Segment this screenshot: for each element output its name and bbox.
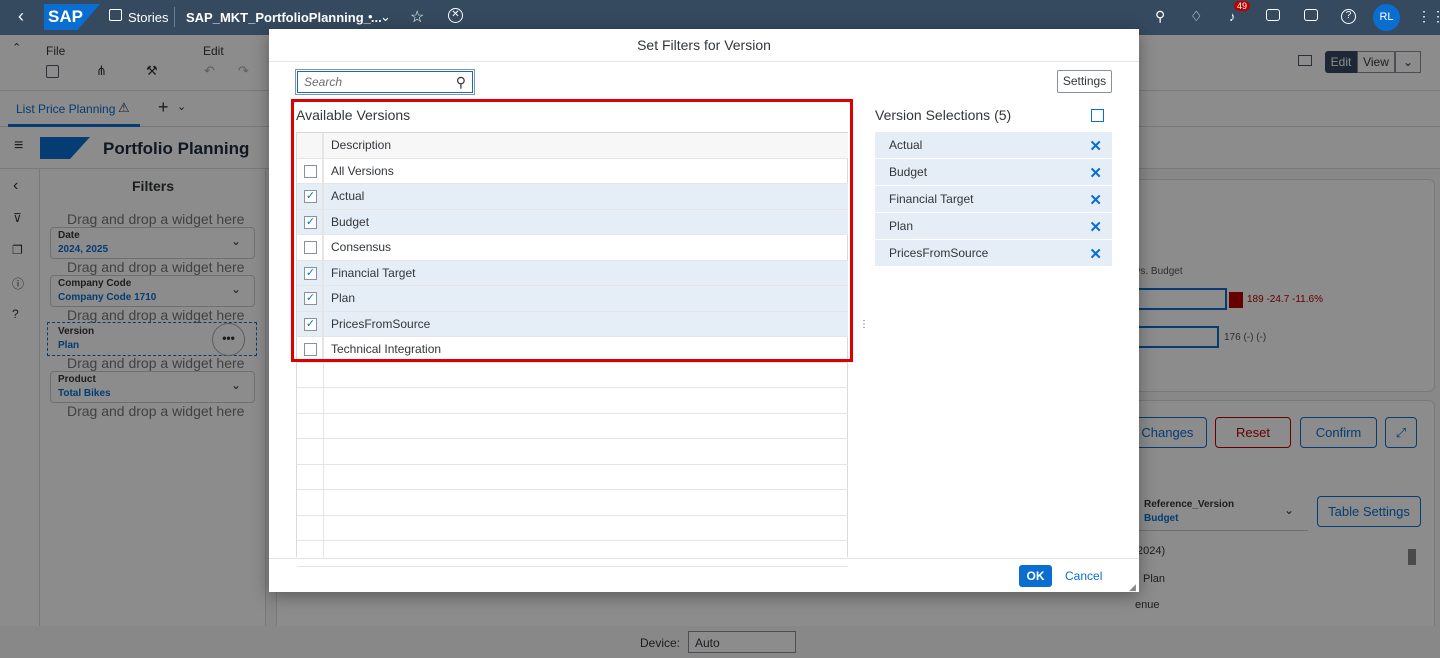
checkbox[interactable] <box>304 241 317 254</box>
remove-icon[interactable]: ✕ <box>1089 137 1102 155</box>
version-label: Actual <box>331 189 365 204</box>
selected-version-item: Actual ✕ <box>875 132 1112 159</box>
version-label: Consensus <box>331 240 392 255</box>
select-cell: ✓ <box>297 209 323 234</box>
checkbox[interactable]: ✓ <box>304 190 317 203</box>
empty-row <box>297 439 848 465</box>
help-icon[interactable]: ? <box>1341 9 1356 24</box>
checkbox[interactable] <box>304 164 317 178</box>
checkbox[interactable] <box>304 343 317 356</box>
empty-row <box>297 516 848 541</box>
select-cell: ✓ <box>297 184 323 209</box>
search-icon[interactable]: ⚲ <box>1155 8 1165 25</box>
cancel-button[interactable]: Cancel <box>1065 565 1102 587</box>
selected-version-item: PricesFromSource ✕ <box>875 240 1112 267</box>
version-row[interactable]: All Versions <box>297 158 848 184</box>
feedback-icon[interactable] <box>1304 9 1318 21</box>
dialog-footer: OK Cancel <box>269 558 1139 592</box>
versions-table: Description All Versions ✓ Actual ✓ Budget Co… <box>296 132 848 567</box>
checkbox[interactable]: ✓ <box>304 292 317 305</box>
version-row[interactable]: Consensus <box>297 235 848 261</box>
resize-corner-icon[interactable]: ◢ <box>1129 582 1136 593</box>
back-icon[interactable]: ‹ <box>18 6 24 27</box>
select-cell: ✓ <box>297 286 323 311</box>
set-filters-dialog: Set Filters for Version Search ⚲ Setting… <box>269 29 1139 592</box>
selected-version-label: Plan <box>889 219 914 233</box>
selected-version-label: PricesFromSource <box>889 246 989 260</box>
available-versions-title: Available Versions <box>296 107 411 123</box>
close-circle-icon[interactable]: ✕ <box>448 8 463 23</box>
version-row[interactable]: ✓ Financial Target <box>297 260 848 286</box>
selected-version-label: Budget <box>889 165 928 179</box>
version-label: Financial Target <box>331 265 416 280</box>
selections-list: Actual ✕ Budget ✕ Financial Target ✕ Plan ✕ Pric… <box>875 132 1112 267</box>
settings-button[interactable]: Settings <box>1057 70 1112 93</box>
selected-version-label: Actual <box>889 138 923 152</box>
selected-version-item: Budget ✕ <box>875 159 1112 186</box>
table-header: Description <box>297 133 848 159</box>
version-label: All Versions <box>331 163 394 178</box>
version-label: Plan <box>331 291 356 306</box>
empty-row <box>297 363 848 388</box>
search-icon[interactable]: ⚲ <box>456 74 466 91</box>
description-column-header[interactable]: Description <box>331 133 391 158</box>
panel-resize-handle[interactable]: ⋮ <box>859 319 869 330</box>
version-row[interactable]: ✓ Budget <box>297 209 848 235</box>
empty-row <box>297 388 848 414</box>
favorite-star-icon[interactable]: ☆ <box>410 7 424 27</box>
select-cell <box>297 337 323 362</box>
story-name[interactable]: SAP_MKT_PortfolioPlanning_... <box>186 10 382 25</box>
remove-icon[interactable]: ✕ <box>1089 164 1102 182</box>
notification-badge: 49 <box>1234 1 1251 11</box>
selected-version-item: Financial Target ✕ <box>875 186 1112 213</box>
checkbox[interactable]: ✓ <box>304 215 317 229</box>
expand-icon[interactable] <box>1091 109 1104 122</box>
version-row[interactable]: ✓ Actual <box>297 184 848 210</box>
empty-row <box>297 465 848 490</box>
search-placeholder: Search <box>304 75 343 89</box>
empty-row <box>297 414 848 439</box>
checkbox[interactable]: ✓ <box>304 266 317 280</box>
ok-button[interactable]: OK <box>1019 565 1052 587</box>
version-row[interactable]: ✓ Plan <box>297 286 848 312</box>
version-selections-title: Version Selections (5) <box>875 107 1012 123</box>
chat-icon[interactable] <box>1266 9 1280 21</box>
version-label: Technical Integration <box>331 342 442 357</box>
bell-icon[interactable]: ♪ <box>1229 9 1236 24</box>
cb-column-line <box>323 133 324 558</box>
bulb-icon[interactable]: ♢ <box>1190 8 1203 25</box>
select-cell: ✓ <box>297 311 323 336</box>
version-row[interactable]: Technical Integration <box>297 337 848 363</box>
remove-icon[interactable]: ✕ <box>1089 245 1102 263</box>
version-row[interactable]: ✓ PricesFromSource <box>297 311 848 337</box>
selected-version-label: Financial Target <box>889 192 974 206</box>
modified-indicator: • <box>368 9 373 24</box>
stories-icon[interactable] <box>109 9 122 21</box>
select-cell: ✓ <box>297 260 323 285</box>
grid-menu-icon[interactable]: ⋮⋮ <box>1417 8 1440 25</box>
select-cell <box>297 158 323 183</box>
remove-icon[interactable]: ✕ <box>1089 218 1102 236</box>
select-cell <box>297 235 323 260</box>
chevron-down-icon[interactable]: ⌄ <box>380 9 391 25</box>
remove-icon[interactable]: ✕ <box>1089 191 1102 209</box>
select-column <box>297 133 323 158</box>
version-label: Budget <box>331 214 370 229</box>
stories-link[interactable]: Stories <box>128 10 168 25</box>
avatar[interactable]: RL <box>1373 4 1400 31</box>
sap-logo[interactable]: SAP <box>44 4 100 30</box>
version-label: PricesFromSource <box>331 316 431 331</box>
search-input[interactable]: Search ⚲ <box>295 69 475 95</box>
dialog-title: Set Filters for Version <box>269 29 1139 62</box>
divider <box>174 7 175 27</box>
empty-row <box>297 490 848 516</box>
selected-version-item: Plan ✕ <box>875 213 1112 240</box>
checkbox[interactable]: ✓ <box>304 317 317 331</box>
